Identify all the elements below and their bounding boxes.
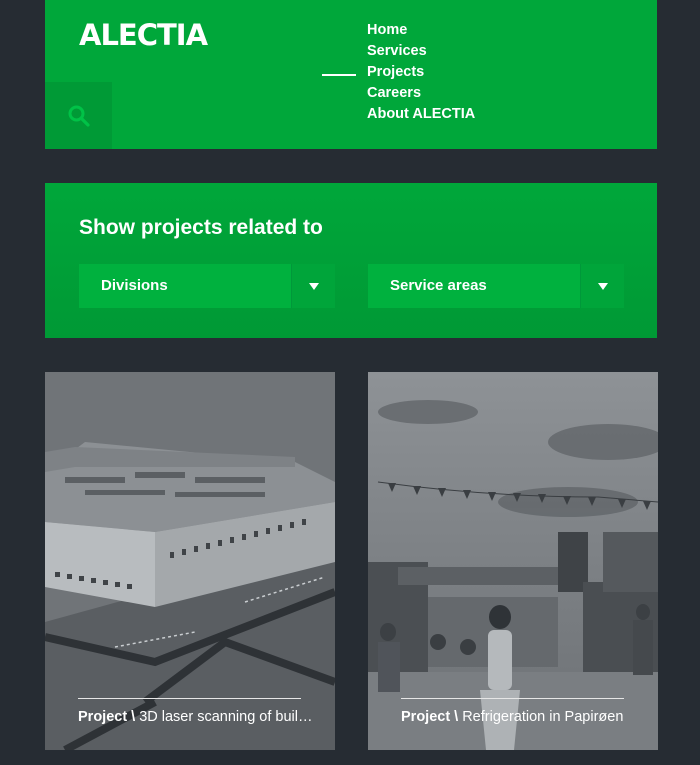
service-areas-dropdown-toggle[interactable] <box>580 264 624 308</box>
nav-item-careers[interactable]: Careers <box>367 83 475 104</box>
caret-down-icon <box>308 282 319 290</box>
main-nav: Home Services Projects Careers About ALE… <box>367 20 475 125</box>
card-caption: Project \ 3D laser scanning of building <box>78 709 318 725</box>
project-filter-panel: Show projects related to Divisions Servi… <box>45 183 657 338</box>
project-image-refrigeration <box>368 372 658 750</box>
search-button[interactable] <box>45 82 112 149</box>
card-separator: \ <box>454 709 459 725</box>
card-type-label: Project <box>401 709 451 725</box>
card-divider <box>401 698 624 699</box>
card-separator: \ <box>131 709 136 725</box>
card-title: 3D laser scanning of building <box>139 709 318 725</box>
divisions-dropdown-toggle[interactable] <box>291 264 335 308</box>
caret-down-icon <box>597 282 608 290</box>
search-icon <box>68 105 90 127</box>
project-card[interactable]: Project \ 3D laser scanning of building <box>45 372 335 750</box>
card-type-label: Project <box>78 709 128 725</box>
nav-item-about[interactable]: About ALECTIA <box>367 104 475 125</box>
card-title: Refrigeration in Papirøen <box>462 709 624 725</box>
card-divider <box>78 698 301 699</box>
active-nav-indicator <box>322 74 356 76</box>
site-header: ALECTIA Home Services Projects Careers A… <box>45 0 657 149</box>
filter-title: Show projects related to <box>79 216 323 239</box>
divisions-dropdown-label: Divisions <box>101 277 168 294</box>
service-areas-dropdown-label: Service areas <box>390 277 487 294</box>
alectia-logo[interactable]: ALECTIA <box>79 18 208 52</box>
nav-item-projects[interactable]: Projects <box>367 62 475 83</box>
service-areas-dropdown[interactable]: Service areas <box>368 264 624 308</box>
nav-item-home[interactable]: Home <box>367 20 475 41</box>
nav-item-services[interactable]: Services <box>367 41 475 62</box>
card-caption: Project \ Refrigeration in Papirøen <box>401 709 641 725</box>
project-card[interactable]: Project \ Refrigeration in Papirøen <box>368 372 658 750</box>
project-image-laser-scan <box>45 372 335 750</box>
divisions-dropdown[interactable]: Divisions <box>79 264 335 308</box>
